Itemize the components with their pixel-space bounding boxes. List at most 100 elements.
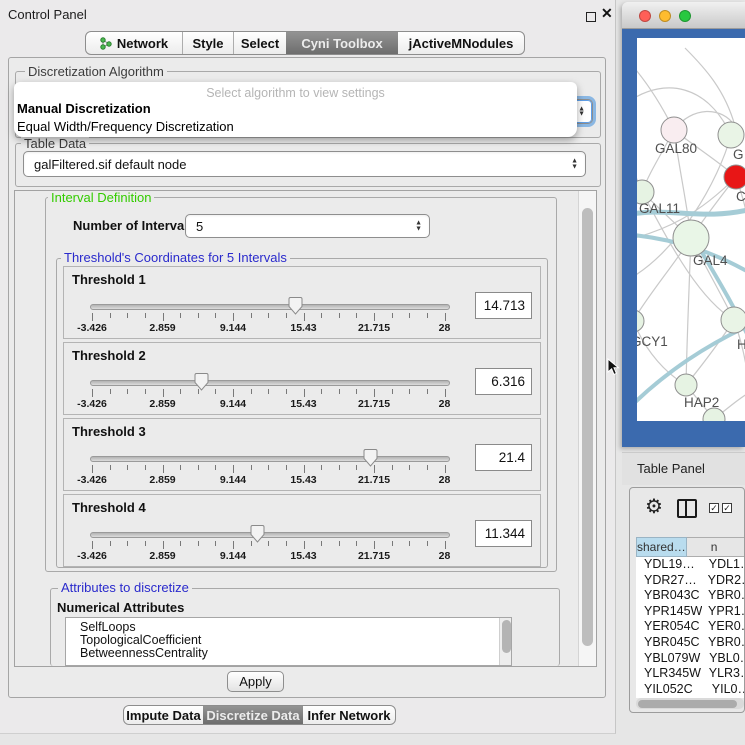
- settings-scrollbar[interactable]: [578, 191, 597, 666]
- cell-shared-name: YDL19…: [636, 557, 703, 573]
- tab-style[interactable]: Style: [183, 32, 234, 54]
- slider-handle[interactable]: [249, 524, 266, 544]
- slider-handle-shape: [287, 296, 304, 316]
- tab-network[interactable]: Network: [86, 32, 183, 54]
- network-window-titlebar[interactable]: [622, 2, 745, 29]
- threshold-value-field[interactable]: 21.4: [475, 444, 532, 471]
- tick-mark: [321, 389, 322, 394]
- tick-mark: [356, 313, 357, 318]
- tick-mark: [268, 541, 269, 546]
- scrollbar-thumb[interactable]: [502, 620, 511, 653]
- dropdown-option-equal-width-frequency-discretization[interactable]: Equal Width/Frequency Discretization: [14, 118, 577, 136]
- numerical-attributes-list[interactable]: SelfLoopsTopologicalCoefficientBetweenne…: [65, 617, 512, 666]
- tick-mark: [445, 389, 446, 397]
- tab-impute-data[interactable]: Impute Data: [124, 706, 203, 724]
- tick-mark: [356, 541, 357, 546]
- tick-label: 2.859: [149, 474, 175, 486]
- tick-mark: [445, 541, 446, 549]
- slider-track[interactable]: [90, 304, 450, 310]
- dropdown-hint: Select algorithm to view settings: [14, 82, 577, 100]
- float-window-icon[interactable]: [586, 12, 596, 22]
- network-node-gcy1[interactable]: [637, 310, 644, 332]
- traffic-light-zoom-icon[interactable]: [679, 10, 691, 22]
- tick-mark: [163, 541, 164, 549]
- slider-handle[interactable]: [287, 296, 304, 316]
- network-node-c[interactable]: [724, 165, 745, 189]
- table-row[interactable]: YBR043CYBR0…: [636, 588, 745, 604]
- tab-label: Network: [117, 36, 168, 51]
- slider-track[interactable]: [90, 380, 450, 386]
- tab-infer-network[interactable]: Infer Network: [303, 706, 395, 724]
- traffic-light-close-icon[interactable]: [639, 10, 651, 22]
- scrollbar-thumb[interactable]: [582, 208, 593, 646]
- apply-button[interactable]: Apply: [227, 671, 284, 692]
- interval-definition-label: Interval Definition: [48, 191, 154, 204]
- table-data-combobox[interactable]: galFiltered.sif default node ▲▼: [23, 151, 586, 177]
- slider-track[interactable]: [90, 532, 450, 538]
- column-header-name[interactable]: n: [687, 537, 745, 557]
- tick-mark: [127, 541, 128, 546]
- tick-mark: [163, 465, 164, 473]
- slider-handle[interactable]: [193, 372, 210, 392]
- slider-track[interactable]: [90, 456, 450, 462]
- table-row[interactable]: YER054CYER0…: [636, 619, 745, 635]
- tick-label: 21.715: [358, 322, 390, 334]
- table-row[interactable]: YBL079WYBL0…: [636, 651, 745, 667]
- tab-label: Style: [192, 36, 223, 51]
- network-node-h[interactable]: [721, 307, 745, 333]
- split-columns-icon[interactable]: [677, 499, 697, 518]
- network-edge[interactable]: [637, 321, 686, 385]
- slider-handle[interactable]: [362, 448, 379, 468]
- cell-shared-name: YIL052C: [636, 682, 706, 698]
- threshold-value-field[interactable]: 11.344: [475, 520, 532, 547]
- tick-mark: [321, 465, 322, 470]
- traffic-light-minimize-icon[interactable]: [659, 10, 671, 22]
- tick-mark: [110, 389, 111, 394]
- tick-mark: [304, 313, 305, 321]
- tick-mark: [92, 541, 93, 549]
- table-row[interactable]: YDL19…YDL1…: [636, 557, 745, 573]
- tick-mark: [374, 313, 375, 321]
- table-row[interactable]: YIL052CYIL0…: [636, 682, 745, 698]
- tick-mark: [110, 313, 111, 318]
- table-row[interactable]: YLR345WYLR3…: [636, 666, 745, 682]
- table-horizontal-scrollbar[interactable]: [636, 698, 744, 709]
- tick-mark: [251, 389, 252, 394]
- number-of-intervals-combobox[interactable]: 5 ▲▼: [185, 214, 430, 238]
- list-scrollbar[interactable]: [499, 618, 512, 665]
- tab-select[interactable]: Select: [234, 32, 286, 54]
- checkbox-icon[interactable]: ✓: [709, 503, 719, 513]
- table-row[interactable]: YPR145WYPR1…: [636, 604, 745, 620]
- threshold-value-field[interactable]: 14.713: [475, 292, 532, 319]
- cell-shared-name: YBR045C: [636, 635, 702, 651]
- close-icon[interactable]: ✕: [601, 5, 613, 22]
- table-row[interactable]: YDR27…YDR2…: [636, 573, 745, 589]
- dropdown-option-manual-discretization[interactable]: Manual Discretization: [14, 100, 577, 118]
- network-node-hap2[interactable]: [675, 374, 697, 396]
- tick-mark: [233, 313, 234, 321]
- scrollbar-thumb[interactable]: [638, 700, 737, 708]
- tab-discretize-data[interactable]: Discretize Data: [203, 706, 303, 724]
- network-node-g[interactable]: [718, 122, 744, 148]
- threshold-value-field[interactable]: 6.316: [475, 368, 532, 395]
- tick-mark: [215, 313, 216, 318]
- tick-mark: [304, 389, 305, 397]
- network-canvas[interactable]: GAL80GCGAL11GAL4GCY1HHAP2: [637, 38, 745, 421]
- column-header-shared-name[interactable]: shared…: [636, 537, 687, 557]
- slider-handle-shape: [362, 448, 379, 468]
- tab-cyni-toolbox[interactable]: Cyni Toolbox: [286, 32, 398, 54]
- tick-mark: [392, 313, 393, 318]
- network-node-gal80[interactable]: [661, 117, 687, 143]
- list-item[interactable]: BetweennessCentrality: [66, 647, 511, 660]
- gear-icon[interactable]: ⚙: [645, 494, 663, 519]
- tab-label: Impute Data: [126, 708, 200, 723]
- checkbox-icon[interactable]: ✓: [722, 503, 732, 513]
- node-table: shared… n YDL19…YDL1…YDR27…YDR2…YBR043CY…: [636, 537, 745, 698]
- network-node-gal4[interactable]: [673, 220, 709, 256]
- tab-jactivemnodules[interactable]: jActiveMNodules: [398, 32, 524, 54]
- node-label: G: [733, 147, 744, 162]
- tick-mark: [339, 313, 340, 318]
- tick-mark: [445, 465, 446, 473]
- tick-mark: [180, 465, 181, 470]
- table-row[interactable]: YBR045CYBR0…: [636, 635, 745, 651]
